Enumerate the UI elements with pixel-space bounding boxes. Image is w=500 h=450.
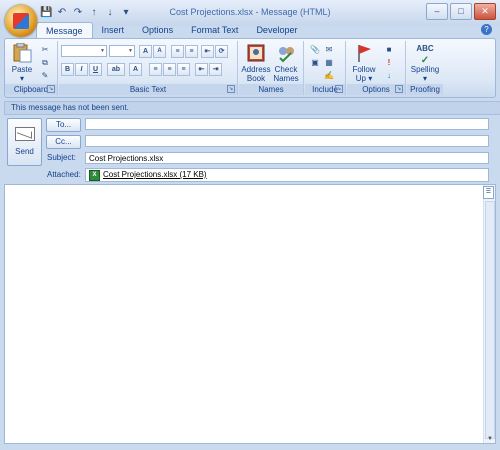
subject-label: Subject: bbox=[47, 153, 76, 162]
attach-file-icon[interactable]: 📎 bbox=[309, 45, 321, 55]
basic-text-group-label: Basic Text bbox=[59, 84, 237, 95]
highlight-icon[interactable]: ab bbox=[107, 63, 125, 76]
office-button[interactable] bbox=[5, 5, 37, 37]
business-card-icon[interactable]: ▣ bbox=[309, 58, 321, 68]
names-group-label: Names bbox=[239, 84, 303, 95]
tab-format-text[interactable]: Format Text bbox=[182, 22, 247, 38]
bullets-icon[interactable]: ≡ bbox=[171, 45, 184, 58]
font-size-combo[interactable]: ▼ bbox=[109, 45, 135, 57]
check-names-icon bbox=[275, 43, 297, 63]
basic-text-group: ▼ ▼ A A ≡ ≡ ⇤ ⟳ B I U ab A ≡ ≡ ≡ ⇤ ⇥ Bas… bbox=[59, 41, 238, 95]
include-group: 📎 ✉ ▣ ▦ ✍ Include ↘ bbox=[305, 41, 346, 95]
options-launcher-icon[interactable]: ↘ bbox=[395, 85, 403, 93]
paste-icon bbox=[11, 42, 33, 63]
indent-decrease-icon[interactable]: ⇤ bbox=[195, 63, 208, 76]
cc-button[interactable]: Cc... bbox=[46, 135, 81, 149]
attached-label: Attached: bbox=[47, 170, 81, 179]
high-importance-icon[interactable]: ! bbox=[383, 58, 395, 68]
low-importance-icon[interactable]: ↓ bbox=[383, 71, 395, 81]
clear-formatting-icon[interactable]: ⟳ bbox=[215, 45, 228, 58]
clipboard-launcher-icon[interactable]: ↘ bbox=[47, 85, 55, 93]
grow-font-icon[interactable]: A bbox=[139, 45, 152, 58]
attachment-link[interactable]: Cost Projections.xlsx (17 KB) bbox=[103, 169, 207, 181]
check-names-button[interactable]: Check Names bbox=[271, 43, 301, 83]
tab-message[interactable]: Message bbox=[36, 22, 93, 39]
underline-icon[interactable]: U bbox=[89, 63, 102, 76]
subject-field[interactable]: Cost Projections.xlsx bbox=[85, 152, 489, 164]
numbering-icon[interactable]: ≡ bbox=[185, 45, 198, 58]
proofing-group-label: Proofing bbox=[407, 84, 443, 95]
info-bar: This message has not been sent. bbox=[4, 101, 500, 115]
ribbon: Paste ▾ ✂ ⧉ ✎ Clipboard ↘ ▼ ▼ A A ≡ ≡ ⇤ ⟳… bbox=[4, 38, 496, 98]
calendar-icon[interactable]: ▦ bbox=[323, 58, 335, 68]
address-book-button[interactable]: Address Book bbox=[241, 43, 271, 83]
scroll-down-icon[interactable]: ▼ bbox=[487, 436, 493, 442]
ribbon-tabs: Message Insert Options Format Text Devel… bbox=[36, 22, 306, 39]
bold-icon[interactable]: B bbox=[61, 63, 74, 76]
close-button[interactable]: ✕ bbox=[474, 3, 496, 20]
minimize-button[interactable]: – bbox=[426, 3, 448, 20]
format-painter-icon[interactable]: ✎ bbox=[39, 71, 51, 81]
tab-options[interactable]: Options bbox=[133, 22, 182, 38]
paste-button[interactable]: Paste ▾ bbox=[9, 42, 35, 83]
align-left-icon[interactable]: ≡ bbox=[149, 63, 162, 76]
maximize-button[interactable]: □ bbox=[450, 3, 472, 20]
envelope-icon bbox=[14, 127, 35, 141]
paste-label: Paste bbox=[11, 65, 33, 74]
clipboard-group: Paste ▾ ✂ ⧉ ✎ Clipboard ↘ bbox=[5, 41, 58, 95]
options-group: Follow Up ▾ ■ ! ↓ Options ↘ bbox=[347, 41, 406, 95]
font-color-icon[interactable]: A bbox=[129, 63, 142, 76]
send-label: Send bbox=[15, 147, 34, 156]
cut-icon[interactable]: ✂ bbox=[39, 45, 51, 55]
attachments-field: X Cost Projections.xlsx (17 KB) bbox=[85, 168, 489, 182]
office-logo-icon bbox=[13, 13, 29, 29]
basic-text-launcher-icon[interactable]: ↘ bbox=[227, 85, 235, 93]
spelling-icon: ABC ✓ bbox=[416, 44, 434, 66]
align-right-icon[interactable]: ≡ bbox=[177, 63, 190, 76]
to-field[interactable] bbox=[85, 118, 489, 130]
proofing-group: ABC ✓ Spelling ▾ Proofing bbox=[407, 41, 443, 95]
scrollbar-thumb[interactable] bbox=[485, 201, 495, 439]
include-launcher-icon[interactable]: ↘ bbox=[335, 85, 343, 93]
send-button[interactable]: Send bbox=[7, 118, 42, 166]
vertical-scrollbar[interactable]: ☰ ▼ bbox=[483, 185, 495, 443]
help-icon[interactable]: ? bbox=[481, 24, 492, 35]
to-button[interactable]: To... bbox=[46, 118, 81, 132]
excel-file-icon: X bbox=[89, 169, 100, 181]
follow-up-button[interactable]: Follow Up ▾ bbox=[349, 43, 379, 83]
indent-increase-icon[interactable]: ⇥ bbox=[209, 63, 222, 76]
window-controls: – □ ✕ bbox=[426, 3, 496, 20]
signature-icon[interactable]: ✍ bbox=[323, 71, 335, 81]
copy-icon[interactable]: ⧉ bbox=[39, 58, 51, 68]
message-body[interactable]: ☰ ▼ bbox=[4, 184, 496, 444]
attach-item-icon[interactable]: ✉ bbox=[323, 45, 335, 55]
decrease-indent-icon[interactable]: ⇤ bbox=[201, 45, 214, 58]
tab-insert[interactable]: Insert bbox=[93, 22, 134, 38]
categorize-icon[interactable]: ■ bbox=[383, 45, 395, 55]
italic-icon[interactable]: I bbox=[75, 63, 88, 76]
address-book-icon bbox=[245, 43, 267, 63]
align-center-icon[interactable]: ≡ bbox=[163, 63, 176, 76]
shrink-font-icon[interactable]: A bbox=[153, 45, 166, 58]
font-name-combo[interactable]: ▼ bbox=[61, 45, 107, 57]
cc-field[interactable] bbox=[85, 135, 489, 147]
ruler-toggle-icon[interactable]: ☰ bbox=[483, 186, 494, 199]
tab-developer[interactable]: Developer bbox=[247, 22, 306, 38]
names-group: Address Book Check Names Names bbox=[239, 41, 304, 95]
window-title: Cost Projections.xlsx - Message (HTML) bbox=[169, 7, 331, 17]
spelling-button[interactable]: ABC ✓ Spelling ▾ bbox=[408, 43, 442, 83]
flag-icon bbox=[353, 43, 375, 63]
